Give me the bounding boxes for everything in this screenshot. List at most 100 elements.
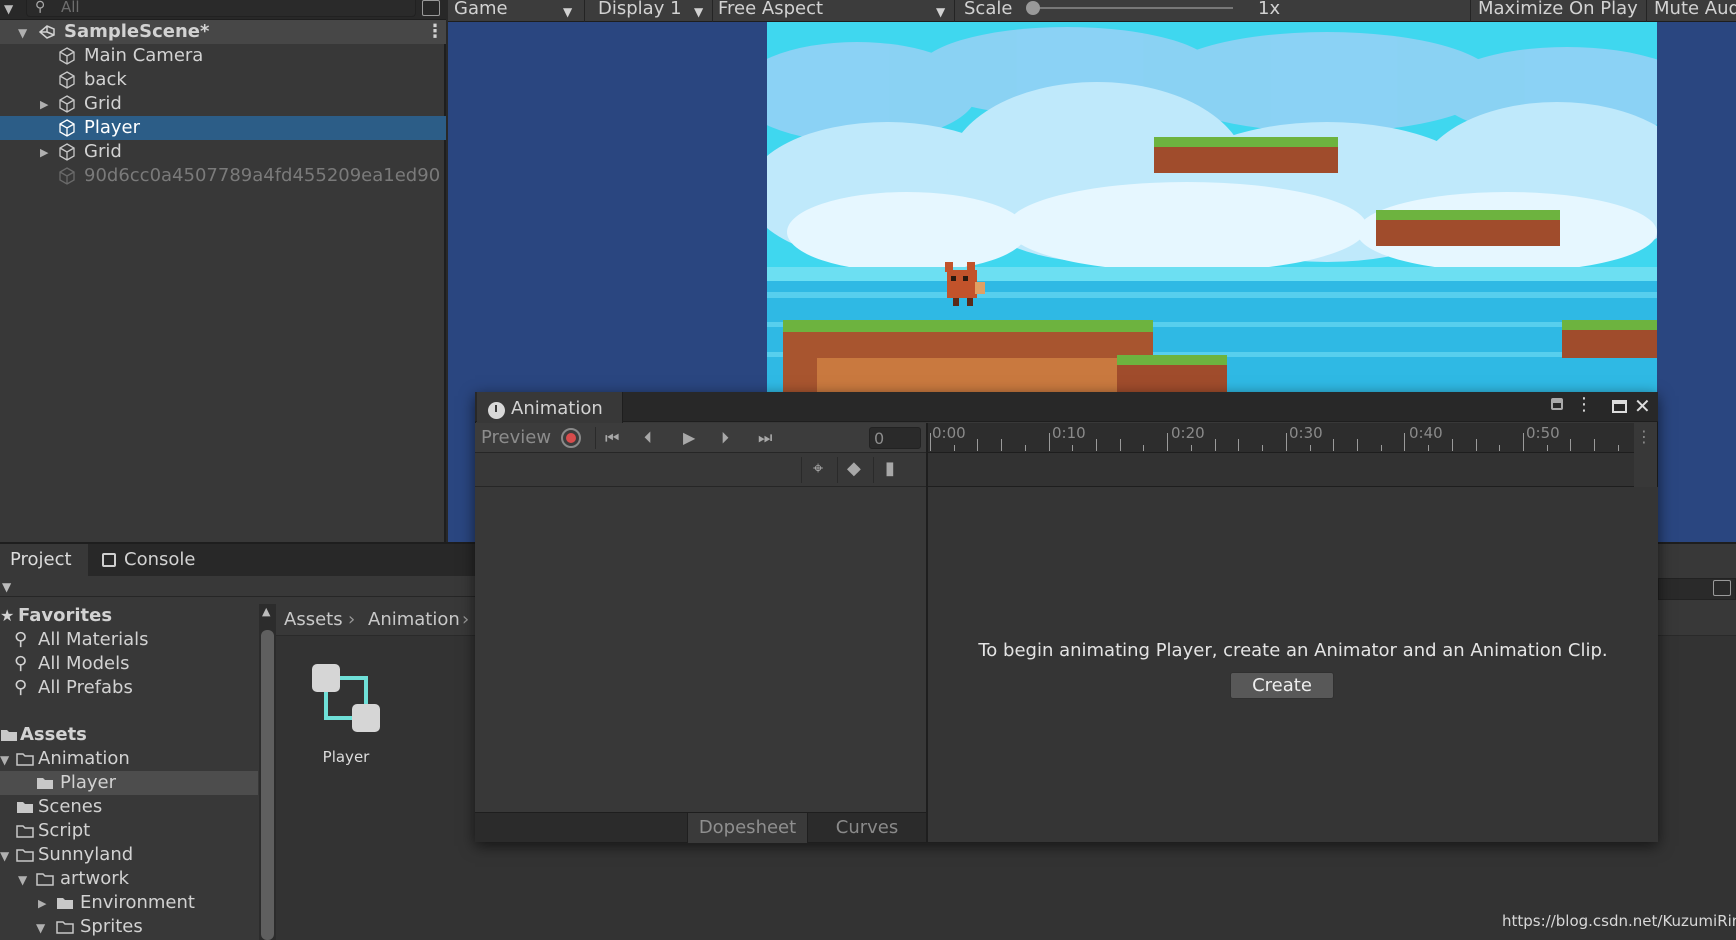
expand-arrow-icon[interactable]: ▶ — [40, 141, 48, 165]
gameobject-cube-icon — [59, 167, 75, 185]
hierarchy-item-inactive[interactable]: 90d6cc0a4507789a4fd455209ea1ed90 — [0, 164, 446, 188]
hierarchy-item-grid[interactable]: ▶ Grid — [0, 140, 446, 164]
folder-script[interactable]: Script — [0, 819, 258, 843]
maximize-on-play-button[interactable]: Maximize On Play — [1478, 0, 1638, 18]
scale-slider-handle[interactable] — [1026, 1, 1040, 15]
aspect-dropdown[interactable]: Free Aspect — [718, 0, 823, 18]
scene-menu-icon[interactable]: ⋮ — [426, 20, 444, 44]
folder-icon — [37, 778, 53, 789]
filter-by-selection-icon[interactable]: ⌖ — [813, 460, 823, 478]
collapse-arrow-icon[interactable]: ▼ — [0, 748, 9, 772]
hierarchy-item-main-camera[interactable]: Main Camera — [0, 44, 446, 68]
previous-keyframe-icon[interactable]: ⏴ — [644, 430, 652, 446]
timeline-ruler[interactable]: 0:00 0:10 0:20 0:30 0:40 0:50 — [928, 423, 1634, 453]
folder-label: Scenes — [38, 796, 103, 817]
create-asset-dropdown-icon[interactable]: ▼ — [2, 580, 11, 594]
breadcrumb-animation[interactable]: Animation — [368, 604, 460, 636]
mute-audio-button[interactable]: Mute Audi — [1654, 0, 1736, 18]
favorites-header[interactable]: ★ Favorites — [0, 604, 258, 628]
folder-sprites[interactable]: ▼ Sprites — [0, 915, 258, 939]
folder-scenes[interactable]: Scenes — [0, 795, 258, 819]
expand-arrow-icon[interactable]: ▶ — [40, 93, 48, 117]
folder-player[interactable]: Player — [0, 771, 258, 795]
divider — [584, 0, 585, 22]
scrollbar-thumb[interactable] — [261, 630, 274, 940]
search-icon: ⚲ — [35, 0, 46, 15]
folder-label: Environment — [80, 892, 195, 913]
play-icon[interactable]: ▶ — [683, 430, 695, 446]
collapse-arrow-icon[interactable]: ▼ — [36, 916, 45, 940]
tab-curves[interactable]: Curves — [807, 813, 926, 843]
maximize-icon[interactable] — [1612, 400, 1627, 413]
chevron-right-icon[interactable]: › — [462, 604, 469, 636]
add-event-icon[interactable]: ▮ — [885, 460, 895, 478]
ruler-tick — [1285, 433, 1287, 451]
hierarchy-search-input[interactable]: ⚲ All — [26, 0, 416, 17]
window-menu-icon[interactable]: ⋮ — [1575, 394, 1593, 415]
hierarchy-item-player[interactable]: Player — [0, 116, 446, 140]
folder-sunnyland[interactable]: ▼ Sunnyland — [0, 843, 258, 867]
event-lane[interactable] — [928, 453, 1634, 487]
tab-label: Dopesheet — [698, 817, 797, 838]
scale-value: 1x — [1258, 0, 1281, 19]
favorite-item[interactable]: ⚲ All Materials — [0, 628, 258, 652]
tab-dopesheet[interactable]: Dopesheet — [687, 813, 807, 843]
create-dropdown-icon[interactable]: ▼ — [4, 2, 13, 16]
folder-empty-icon — [16, 825, 34, 838]
scene-header-row[interactable]: ▼ SampleScene* ⋮ — [0, 20, 446, 44]
ruler-tick — [1499, 445, 1501, 451]
time-label: 0:50 — [1526, 424, 1560, 442]
divider — [873, 457, 874, 483]
folder-icon — [57, 898, 73, 909]
record-dot-icon — [566, 433, 576, 443]
animation-window-titlebar: ⋮ ✕ — [475, 392, 1658, 422]
collapse-arrow-icon[interactable]: ▼ — [18, 868, 27, 892]
breadcrumb-assets[interactable]: Assets — [284, 604, 343, 636]
add-keyframe-icon[interactable]: ◆ — [847, 460, 861, 478]
tab-project[interactable]: Project — [0, 544, 88, 576]
timeline-menu-icon[interactable]: ⋮ — [1636, 427, 1652, 446]
scroll-up-icon[interactable]: ▲ — [262, 605, 270, 618]
folder-artwork[interactable]: ▼ artwork — [0, 867, 258, 891]
folder-label: Animation — [38, 748, 130, 769]
favorite-item[interactable]: ⚲ All Prefabs — [0, 676, 258, 700]
ruler-tick — [1262, 445, 1264, 451]
hierarchy-item-grid[interactable]: ▶ Grid — [0, 92, 446, 116]
create-button[interactable]: Create — [1230, 672, 1334, 699]
favorite-item[interactable]: ⚲ All Models — [0, 652, 258, 676]
collapse-arrow-icon[interactable]: ▼ — [0, 844, 9, 868]
project-folder-tree: ★ Favorites ⚲ All Materials ⚲ All Models… — [0, 604, 258, 940]
lock-view-icon[interactable] — [422, 0, 440, 16]
frame-input[interactable]: 0 — [869, 427, 921, 449]
ruler-tick — [1570, 439, 1572, 451]
search-icon: ⚲ — [14, 677, 28, 698]
close-icon[interactable]: ✕ — [1634, 394, 1651, 418]
time-label: 0:10 — [1052, 424, 1086, 442]
first-keyframe-icon[interactable]: ⏮ — [605, 430, 619, 446]
animation-tab-label: Animation — [511, 398, 603, 419]
display-dropdown[interactable]: Display 1 — [598, 0, 682, 18]
assets-header[interactable]: Assets — [0, 723, 258, 747]
tab-console[interactable]: Console — [92, 544, 212, 576]
lock-icon[interactable] — [1551, 398, 1563, 410]
asset-player-controller[interactable]: Player — [300, 652, 392, 767]
game-scene-render — [767, 22, 1657, 392]
game-view-dropdown[interactable]: Game — [454, 0, 508, 18]
folder-animation[interactable]: ▼ Animation — [0, 747, 258, 771]
hierarchy-toolbar: ▼ ⚲ All — [0, 0, 446, 20]
scale-slider-track[interactable] — [1033, 7, 1233, 9]
tab-animation[interactable]: Animation — [477, 392, 623, 423]
star-icon: ★ — [0, 606, 15, 625]
preview-button[interactable]: Preview — [481, 427, 551, 448]
animation-mode-tabs: Dopesheet Curves — [475, 812, 926, 843]
hierarchy-item-label: Player — [84, 117, 141, 138]
folder-label: Sunnyland — [38, 844, 134, 865]
lock-view-icon[interactable] — [1713, 580, 1731, 596]
hierarchy-item-back[interactable]: back — [0, 68, 446, 92]
expand-arrow-icon[interactable]: ▶ — [38, 892, 46, 916]
collapse-arrow-icon[interactable]: ▼ — [18, 21, 27, 45]
last-keyframe-icon[interactable]: ⏭ — [758, 430, 772, 446]
folder-environment[interactable]: ▶ Environment — [0, 891, 258, 915]
next-keyframe-icon[interactable]: ⏵ — [721, 430, 729, 446]
tab-label: Project — [10, 549, 72, 570]
